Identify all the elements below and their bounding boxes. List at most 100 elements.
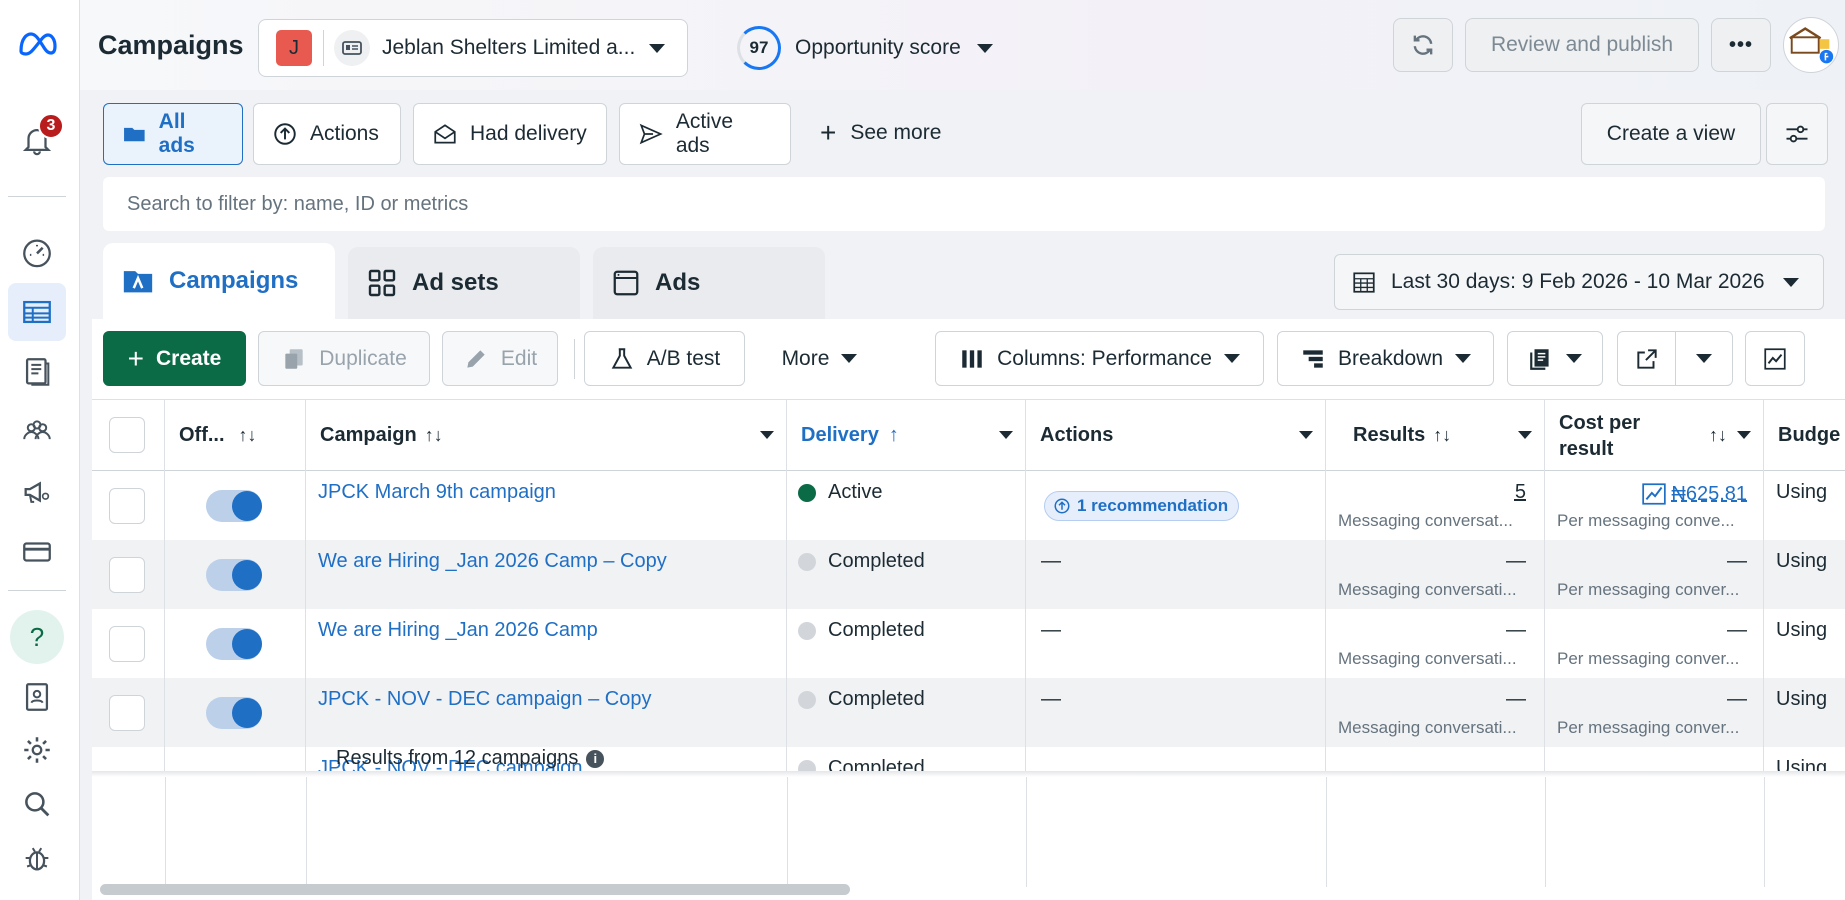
- account-overview-icon[interactable]: [17, 677, 57, 717]
- cost-type: Per messaging conver...: [1557, 649, 1740, 668]
- export-options-dropdown[interactable]: [1675, 331, 1733, 386]
- report-bug-icon[interactable]: [17, 838, 57, 878]
- review-and-publish-button[interactable]: Review and publish: [1465, 18, 1699, 72]
- campaign-on-off-toggle[interactable]: [206, 628, 262, 660]
- ad-window-icon: [613, 270, 639, 296]
- create-button[interactable]: + Create: [103, 331, 246, 386]
- more-options-button[interactable]: •••: [1711, 18, 1771, 72]
- budget-value: Using: [1776, 619, 1828, 641]
- view-actions[interactable]: Actions: [253, 103, 401, 165]
- row-actions-cell: —: [1026, 540, 1326, 609]
- results-summary: Results from 12 campaigns i: [336, 747, 605, 770]
- date-range-label: Last 30 days: 9 Feb 2026 - 10 Mar 2026: [1391, 270, 1765, 293]
- arrow-up-circle-icon: [274, 123, 296, 145]
- ad-account-selector[interactable]: J Jeblan Shelters Limited a...: [258, 19, 688, 77]
- opportunity-score-ring: 97: [737, 26, 781, 70]
- columns-dropdown[interactable]: Columns: Performance: [935, 331, 1264, 386]
- opportunity-score-dropdown[interactable]: 97 Opportunity score: [737, 26, 993, 70]
- col-header-off-on[interactable]: Off... ↑↓: [165, 400, 306, 471]
- duplicate-button[interactable]: Duplicate: [258, 331, 430, 386]
- ads-manager-table-icon[interactable]: [8, 283, 66, 341]
- charts-toggle-button[interactable]: [1745, 331, 1805, 386]
- row-checkbox[interactable]: [109, 488, 145, 524]
- reports-document-icon[interactable]: [17, 352, 57, 392]
- tab-ad-sets[interactable]: Ad sets: [348, 247, 580, 319]
- row-results-cell: [1326, 747, 1545, 771]
- col-header-actions[interactable]: Actions: [1026, 400, 1326, 471]
- view-had-delivery[interactable]: Had delivery: [413, 103, 607, 165]
- ab-test-button[interactable]: A/B test: [584, 331, 745, 386]
- more-label: More: [781, 346, 830, 370]
- table-row[interactable]: JPCK March 9th campaign Active 1 recomme…: [92, 471, 1845, 540]
- campaign-megaphone-icon[interactable]: [17, 472, 57, 512]
- line-chart-icon: [1764, 347, 1786, 370]
- delivery-label: Active: [828, 481, 883, 503]
- view-label: Actions: [310, 122, 379, 145]
- campaign-on-off-toggle[interactable]: [206, 697, 262, 729]
- cost-value-link[interactable]: ₦625.81: [1641, 481, 1747, 507]
- delivery-status: Completed: [798, 550, 925, 573]
- edit-button[interactable]: Edit: [442, 331, 558, 386]
- delivery-status: Active: [798, 481, 882, 504]
- col-header-results[interactable]: Results ↑↓: [1326, 400, 1545, 471]
- view-settings-button[interactable]: [1766, 103, 1828, 165]
- row-checkbox[interactable]: [109, 695, 145, 731]
- campaign-name-link[interactable]: JPCK March 9th campaign: [318, 481, 556, 504]
- horizontal-scrollbar[interactable]: [100, 884, 850, 895]
- date-range-picker[interactable]: Last 30 days: 9 Feb 2026 - 10 Mar 2026: [1334, 254, 1824, 310]
- dashboard-gauge-icon[interactable]: [17, 232, 57, 272]
- budget-value: Using: [1776, 688, 1828, 710]
- edit-label: Edit: [500, 346, 538, 370]
- sort-arrows-icon: ↑↓: [424, 425, 443, 445]
- campaign-name-link[interactable]: We are Hiring _Jan 2026 Camp – Copy: [318, 550, 667, 573]
- info-icon[interactable]: i: [586, 749, 605, 768]
- view-all-ads[interactable]: All ads: [103, 103, 243, 165]
- audiences-people-icon[interactable]: [17, 412, 57, 452]
- col-header-campaign[interactable]: Campaign ↑↓: [306, 400, 787, 471]
- top-header: Campaigns J Jeblan Shelters Limited a...…: [80, 0, 1845, 90]
- col-header-delivery[interactable]: Delivery ↑: [787, 400, 1026, 471]
- row-delivery-cell: Completed: [787, 609, 1026, 678]
- recommendation-badge[interactable]: 1 recommendation: [1044, 491, 1240, 521]
- see-more-views-button[interactable]: + See more: [820, 117, 941, 149]
- chevron-down-icon: [976, 43, 993, 53]
- settings-gear-icon[interactable]: [17, 730, 57, 770]
- table-row[interactable]: We are Hiring _Jan 2026 Camp – Copy Comp…: [92, 540, 1845, 609]
- campaign-on-off-toggle[interactable]: [206, 559, 262, 591]
- row-checkbox[interactable]: [109, 626, 145, 662]
- create-view-button[interactable]: Create a view: [1581, 103, 1761, 165]
- breakdown-dropdown[interactable]: Breakdown: [1277, 331, 1494, 386]
- duplicate-icon: [285, 348, 303, 369]
- tab-ads[interactable]: Ads: [593, 247, 825, 319]
- table-row[interactable]: JPCK - NOV - DEC campaign – Copy Complet…: [92, 678, 1845, 747]
- results-value[interactable]: 5: [1515, 481, 1526, 504]
- tab-campaigns[interactable]: Campaigns: [103, 243, 335, 319]
- account-initial-avatar: J: [276, 30, 312, 66]
- row-cost-cell: — Per messaging conver...: [1545, 678, 1764, 747]
- search-icon[interactable]: [17, 784, 57, 824]
- col-header-budget[interactable]: Budge: [1764, 400, 1845, 471]
- campaign-on-off-toggle[interactable]: [206, 490, 262, 522]
- tab-label: Ad sets: [412, 269, 499, 296]
- help-question-icon[interactable]: ?: [10, 610, 64, 664]
- billing-card-icon[interactable]: [17, 532, 57, 572]
- campaign-name-link[interactable]: JPCK - NOV - DEC campaign – Copy: [318, 688, 651, 711]
- row-checkbox[interactable]: [109, 557, 145, 593]
- view-active-ads[interactable]: Active ads: [619, 103, 791, 165]
- columns-icon: [962, 349, 982, 368]
- search-input[interactable]: [103, 177, 1825, 231]
- sliders-icon: [1786, 125, 1808, 143]
- export-button[interactable]: [1617, 331, 1676, 386]
- avatar[interactable]: [1783, 17, 1839, 73]
- row-results-cell: — Messaging conversati...: [1326, 540, 1545, 609]
- row-actions-cell: 1 recommendation: [1026, 471, 1326, 540]
- meta-logo-icon[interactable]: [17, 24, 57, 64]
- reports-dropdown[interactable]: [1507, 331, 1603, 386]
- col-header-cost-per-result[interactable]: Cost per result ↑↓: [1545, 400, 1764, 471]
- refresh-button[interactable]: [1393, 18, 1453, 72]
- campaign-name-link[interactable]: We are Hiring _Jan 2026 Camp: [318, 619, 598, 642]
- select-all-checkbox[interactable]: [109, 417, 145, 453]
- table-row[interactable]: We are Hiring _Jan 2026 Camp Completed —…: [92, 609, 1845, 678]
- more-actions-button[interactable]: More: [757, 331, 882, 386]
- row-campaign-cell: JPCK - NOV - DEC campaign – Copy: [306, 678, 787, 747]
